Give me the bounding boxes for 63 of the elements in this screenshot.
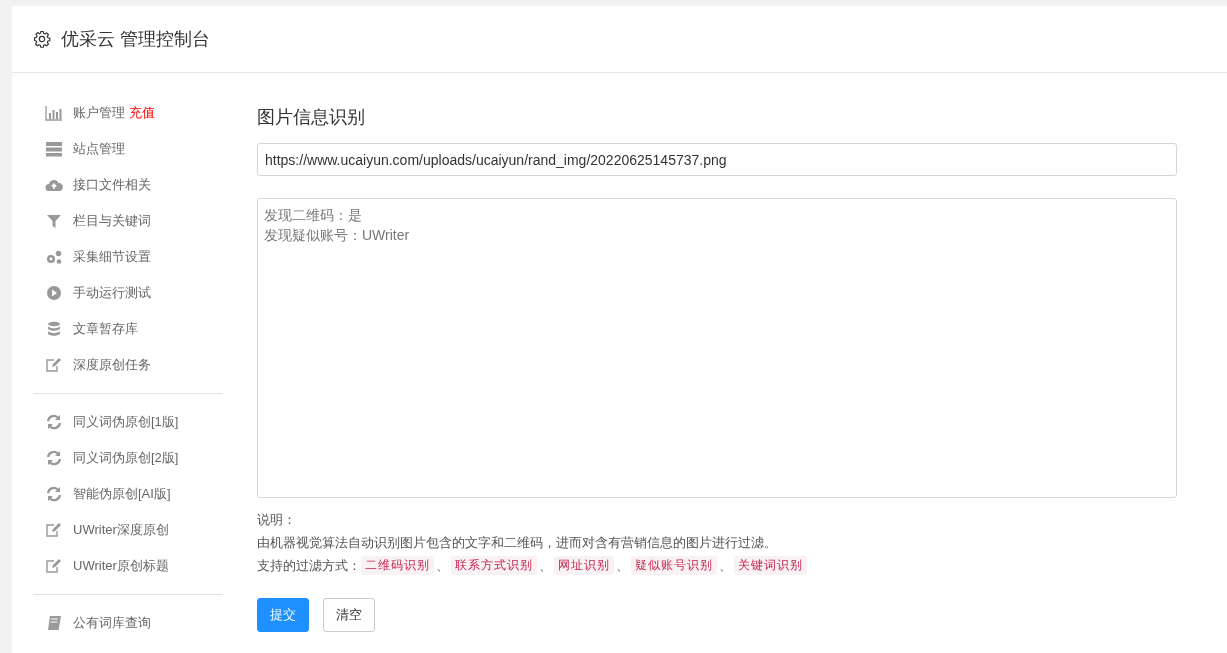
- sidebar-label: UWriter原创标题: [73, 557, 169, 575]
- sidebar-item[interactable]: 同义词伪原创[1版]: [33, 404, 223, 440]
- filters-label: 支持的过滤方式：: [257, 557, 361, 575]
- sidebar-label: 栏目与关键词: [73, 212, 151, 230]
- section-heading: 图片信息识别: [257, 106, 366, 129]
- sidebar-label: 账户管理: [73, 104, 125, 122]
- console-title: 优采云 管理控制台: [61, 28, 210, 51]
- separator: 、: [539, 556, 552, 575]
- filter-tag: 二维码识别: [361, 556, 434, 575]
- sidebar-item[interactable]: 接口文件相关: [33, 167, 223, 203]
- sidebar-label: 深度原创任务: [73, 356, 151, 374]
- sidebar-label: 公有词库查询: [73, 614, 151, 632]
- recharge-link[interactable]: 充值: [129, 104, 155, 122]
- filter-icon: [45, 213, 63, 229]
- separator: 、: [436, 556, 449, 575]
- separator: 、: [616, 556, 629, 575]
- chart-icon: [45, 105, 63, 121]
- cloud-icon: [45, 177, 63, 193]
- sidebar-item[interactable]: 采集细节设置: [33, 239, 223, 275]
- result-line: 发现疑似账号：UWriter: [264, 226, 410, 245]
- sidebar-item[interactable]: 账户管理 充值: [33, 95, 223, 131]
- sidebar-label: 手动运行测试: [73, 284, 151, 302]
- filter-tag: 疑似账号识别: [631, 556, 717, 575]
- settings-icon: [33, 30, 51, 48]
- sidebar-item[interactable]: 手动运行测试: [33, 275, 223, 311]
- sidebar-label: 接口文件相关: [73, 176, 151, 194]
- clear-button[interactable]: 清空: [323, 598, 375, 632]
- sidebar-label: 采集细节设置: [73, 248, 151, 266]
- note-text: 由机器视觉算法自动识别图片包含的文字和二维码，进而对含有营销信息的图片进行过滤。: [257, 534, 778, 552]
- edit-icon: [45, 558, 63, 574]
- note-title: 说明：: [257, 511, 297, 529]
- sidebar-item[interactable]: UWriter原创标题: [33, 548, 223, 584]
- sidebar-item[interactable]: 文章暂存库: [33, 311, 223, 347]
- separator: 、: [719, 556, 732, 575]
- book-icon: [45, 615, 63, 631]
- sidebar-label: 同义词伪原创[2版]: [73, 449, 179, 467]
- sidebar-item[interactable]: 智能伪原创[AI版]: [33, 476, 223, 512]
- sidebar-item[interactable]: 同义词伪原创[2版]: [33, 440, 223, 476]
- refresh-icon: [45, 450, 63, 466]
- edit-icon: [45, 522, 63, 538]
- refresh-icon: [45, 414, 63, 430]
- sidebar-label: 文章暂存库: [73, 320, 138, 338]
- edit-icon: [45, 357, 63, 373]
- result-line: 发现二维码：是: [264, 206, 362, 225]
- filter-tag: 网址识别: [554, 556, 614, 575]
- filter-tag: 关键词识别: [734, 556, 807, 575]
- sidebar-label: UWriter深度原创: [73, 521, 169, 539]
- refresh-icon: [45, 486, 63, 502]
- filter-tag: 联系方式识别: [451, 556, 537, 575]
- url-field[interactable]: https://www.ucaiyun.com/uploads/ucaiyun/rand_img/20220625145737.png: [257, 143, 1177, 176]
- server-icon: [45, 141, 63, 157]
- sidebar-label: 同义词伪原创[1版]: [73, 413, 179, 431]
- sidebar-label: 站点管理: [73, 140, 125, 158]
- sidebar-item[interactable]: 站点管理: [33, 131, 223, 167]
- database-icon: [45, 321, 63, 337]
- result-field[interactable]: 发现二维码：是 发现疑似账号：UWriter: [257, 198, 1177, 498]
- sidebar-item[interactable]: 栏目与关键词: [33, 203, 223, 239]
- sidebar-item[interactable]: 深度原创任务: [33, 347, 223, 383]
- play-icon: [45, 285, 63, 301]
- submit-button[interactable]: 提交: [257, 598, 309, 632]
- sidebar-item[interactable]: UWriter深度原创: [33, 512, 223, 548]
- sidebar-label: 智能伪原创[AI版]: [73, 485, 171, 503]
- sidebar-item[interactable]: 公有词库查询: [33, 605, 223, 641]
